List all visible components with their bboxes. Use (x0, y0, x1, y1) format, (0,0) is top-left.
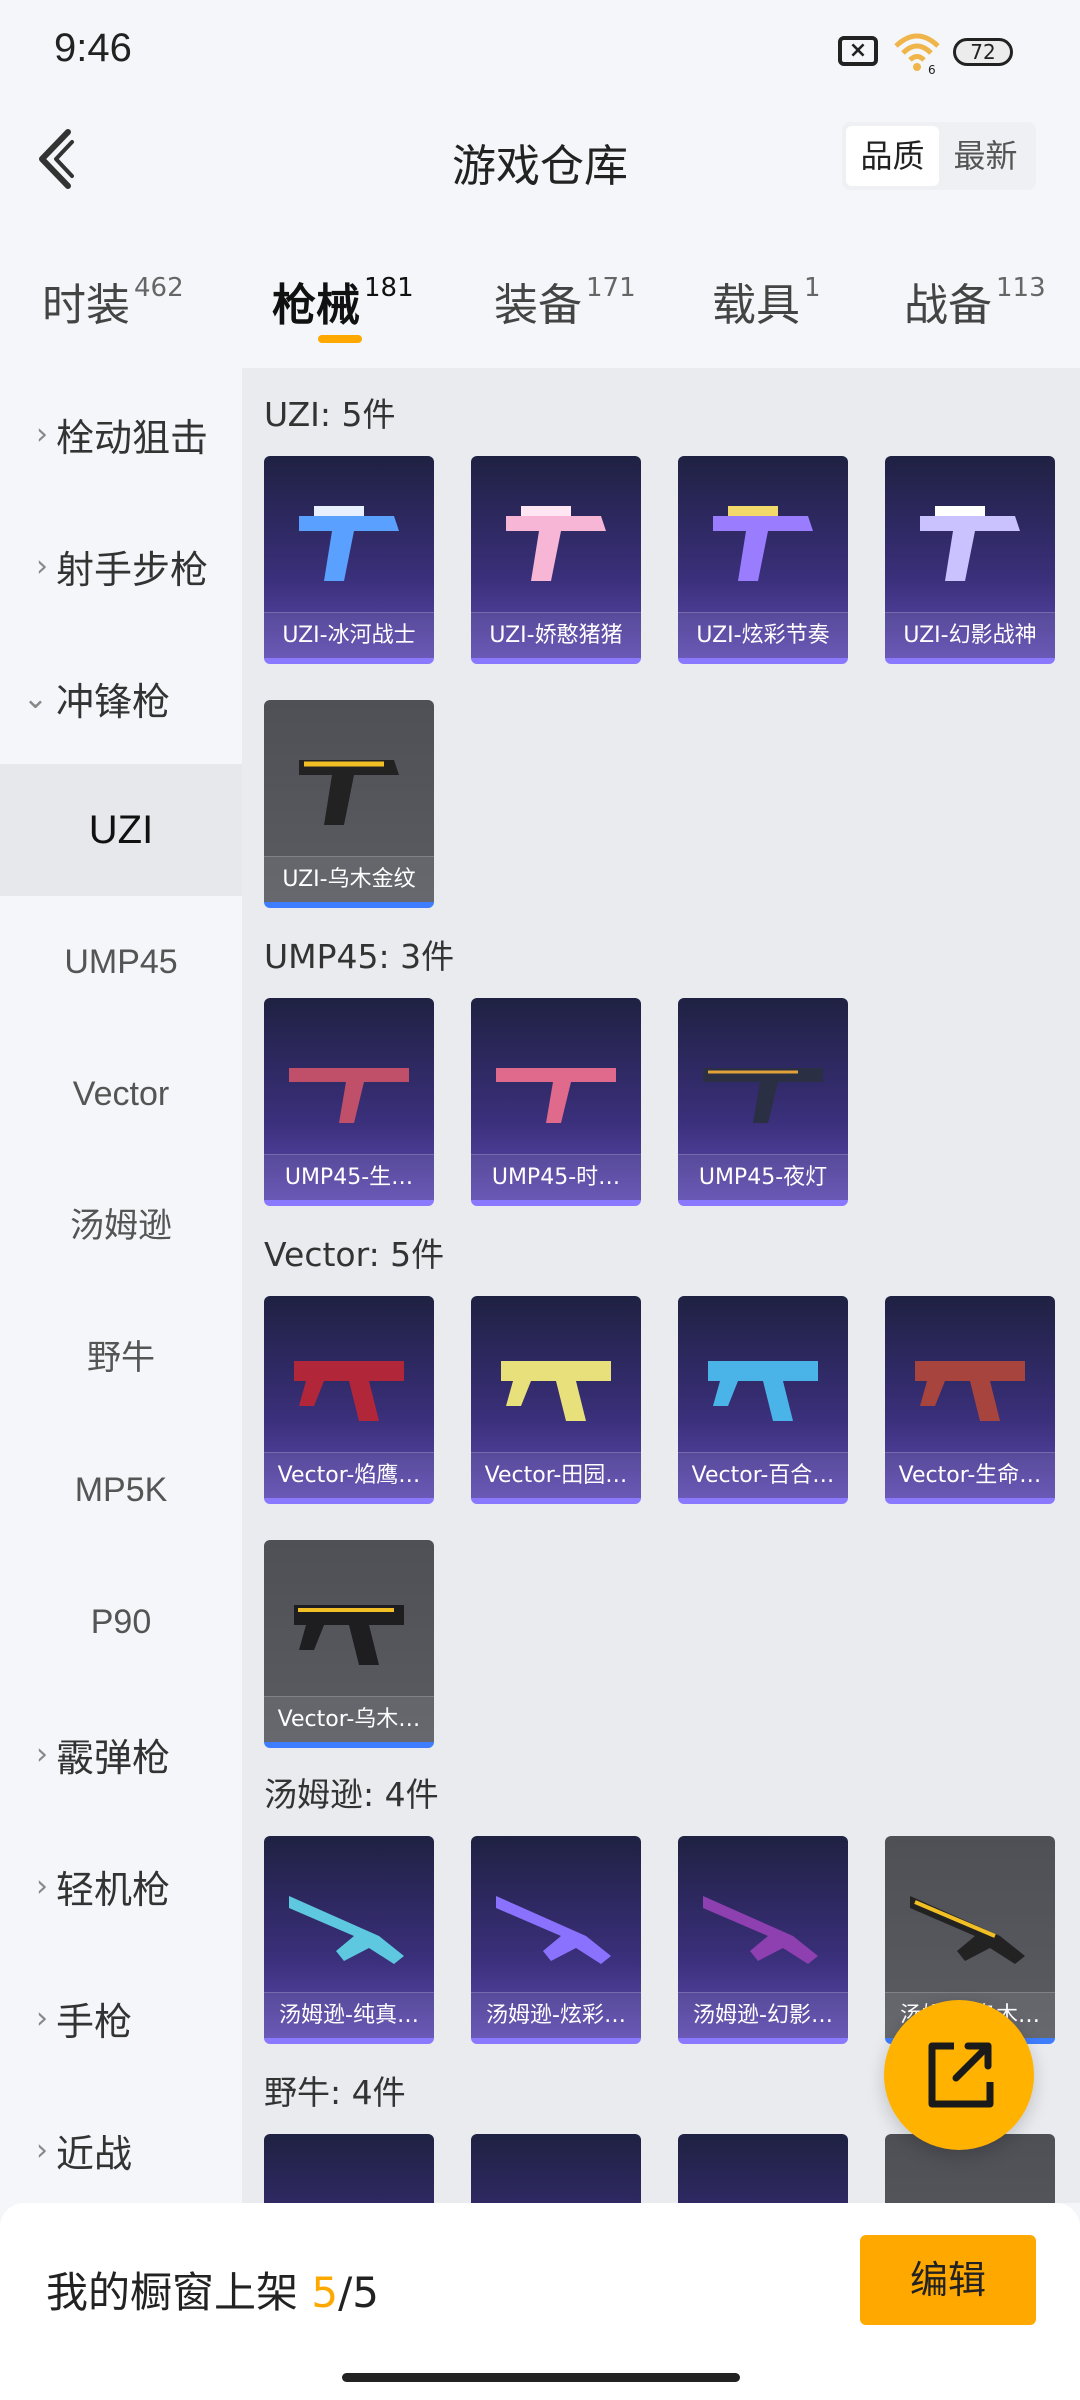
sort-newest-button[interactable]: 最新 (939, 126, 1032, 186)
weapon-card[interactable]: 汤姆逊-纯真… (264, 1836, 434, 2044)
battery-icon: 72 (953, 38, 1013, 66)
rifle-icon (910, 1896, 1025, 1964)
weapon-card[interactable]: UZI-冰河战士 (264, 456, 434, 664)
showcase-bar: 我的橱窗上架 5/5 编辑 (0, 2203, 1080, 2400)
svg-text:6: 6 (928, 63, 936, 74)
weapon-card[interactable]: UZI-炫彩节奏 (678, 456, 848, 664)
weapon-card[interactable]: 汤姆逊-幻影… (678, 1836, 848, 2044)
weapon-card[interactable]: 汤姆逊-炫彩… (471, 1836, 641, 2044)
section-title-uzi: UZI: 5件 (264, 395, 396, 434)
sidebar-sub-p90[interactable]: P90 (0, 1556, 242, 1688)
showcase-total: /5 (338, 2268, 379, 2317)
header: 游戏仓库 品质 最新 (0, 100, 1080, 220)
chevron-right-icon: › (36, 2132, 48, 2168)
sidebar-sub-thompson[interactable]: 汤姆逊 (0, 1160, 242, 1292)
weapon-card[interactable]: Vector-乌木… (264, 1540, 434, 1748)
share-button[interactable] (884, 2000, 1034, 2150)
weapon-card[interactable]: Vector-百合… (678, 1296, 848, 1504)
weapon-card[interactable]: Vector-田园… (471, 1296, 641, 1504)
status-bar: 9:46 × 6 72 (0, 0, 1080, 100)
rifle-icon (289, 1068, 409, 1123)
weapon-card[interactable]: UZI-幻影战神 (885, 456, 1055, 664)
smg-icon (708, 1361, 818, 1421)
weapon-card[interactable]: Vector-焰鹰… (264, 1296, 434, 1504)
edit-button[interactable]: 编辑 (860, 2235, 1036, 2325)
sidebar-item-smg[interactable]: ⌄ 冲锋枪 (0, 632, 242, 764)
sidebar-item-melee[interactable]: › 近战 (0, 2084, 242, 2216)
weapon-card[interactable] (471, 2134, 641, 2203)
tab-supplies[interactable]: 战备 113 (904, 269, 1046, 333)
rifle-icon (496, 1068, 616, 1123)
sort-toggle: 品质 最新 (842, 122, 1036, 190)
category-tabs: 时装 462 枪械 181 装备 171 载具 1 战备 113 (0, 255, 1080, 355)
weapon-card[interactable] (678, 2134, 848, 2203)
weapon-card[interactable]: UZI-乌木金纹 (264, 700, 434, 908)
active-tab-indicator (318, 335, 362, 343)
wifi-icon: 6 (894, 33, 940, 74)
home-indicator[interactable] (342, 2373, 740, 2382)
weapon-category-sidebar: › 栓动狙击 › 射手步枪 ⌄ 冲锋枪 UZI UMP45 Vector 汤姆逊 野牛… (0, 368, 242, 2203)
sidebar-item-shotgun[interactable]: › 霰弹枪 (0, 1688, 242, 1820)
weapon-card[interactable]: Vector-生命… (885, 1296, 1055, 1504)
sidebar-sub-mp5k[interactable]: MP5K (0, 1424, 242, 1556)
rifle-icon (703, 1068, 823, 1123)
smg-icon (294, 1361, 404, 1421)
section-title-vector: Vector: 5件 (264, 1235, 445, 1274)
share-external-icon (928, 2042, 994, 2108)
weapon-list: UZI: 5件 UZI-冰河战士 UZI-娇憨猪猪 UZI-炫彩节奏 UZI-幻… (242, 368, 1080, 2203)
section-title-bizon: 野牛: 4件 (264, 2073, 406, 2112)
smg-icon (299, 760, 399, 825)
tab-equipment[interactable]: 装备 171 (494, 269, 636, 333)
chevron-right-icon: › (36, 2000, 48, 2036)
sidebar-item-marksman-rifle[interactable]: › 射手步枪 (0, 500, 242, 632)
sidebar-sub-vector[interactable]: Vector (0, 1028, 242, 1160)
showcase-label: 我的橱窗上架 5/5 (46, 2268, 379, 2317)
chevron-right-icon: › (36, 1868, 48, 1904)
tab-vehicles[interactable]: 载具 1 (712, 269, 821, 333)
chevron-right-icon: › (36, 416, 48, 452)
tab-fashion[interactable]: 时装 462 (42, 269, 184, 333)
weapon-card[interactable] (264, 2134, 434, 2203)
rifle-icon (703, 1896, 818, 1964)
chevron-down-icon: ⌄ (22, 680, 48, 716)
section-title-thompson: 汤姆逊: 4件 (264, 1775, 439, 1814)
sidebar-item-bolt-sniper[interactable]: › 栓动狙击 (0, 368, 242, 500)
showcase-used-count: 5 (311, 2268, 339, 2317)
no-sim-icon: × (838, 36, 878, 66)
sidebar-item-pistol[interactable]: › 手枪 (0, 1952, 242, 2084)
chevron-right-icon: › (36, 548, 48, 584)
section-title-ump45: UMP45: 3件 (264, 937, 455, 976)
smg-icon (506, 506, 606, 581)
chevron-right-icon: › (36, 1736, 48, 1772)
smg-icon (915, 1361, 1025, 1421)
sidebar-sub-bizon[interactable]: 野牛 (0, 1292, 242, 1424)
status-time: 9:46 (54, 26, 132, 70)
sidebar-item-lmg[interactable]: › 轻机枪 (0, 1820, 242, 1952)
rifle-icon (289, 1896, 404, 1964)
smg-icon (299, 506, 399, 581)
smg-icon (501, 1361, 611, 1421)
sidebar-sub-ump45[interactable]: UMP45 (0, 896, 242, 1028)
sidebar-sub-uzi[interactable]: UZI (0, 764, 242, 896)
weapon-card[interactable]: UMP45-时… (471, 998, 641, 1206)
weapon-card[interactable]: UMP45-生… (264, 998, 434, 1206)
weapon-card[interactable]: UZI-娇憨猪猪 (471, 456, 641, 664)
smg-icon (920, 506, 1020, 581)
smg-icon (713, 506, 813, 581)
tab-firearms[interactable]: 枪械 181 (272, 269, 414, 333)
rifle-icon (496, 1896, 611, 1964)
smg-icon (294, 1605, 404, 1665)
weapon-card[interactable]: UMP45-夜灯 (678, 998, 848, 1206)
sort-quality-button[interactable]: 品质 (846, 126, 939, 186)
